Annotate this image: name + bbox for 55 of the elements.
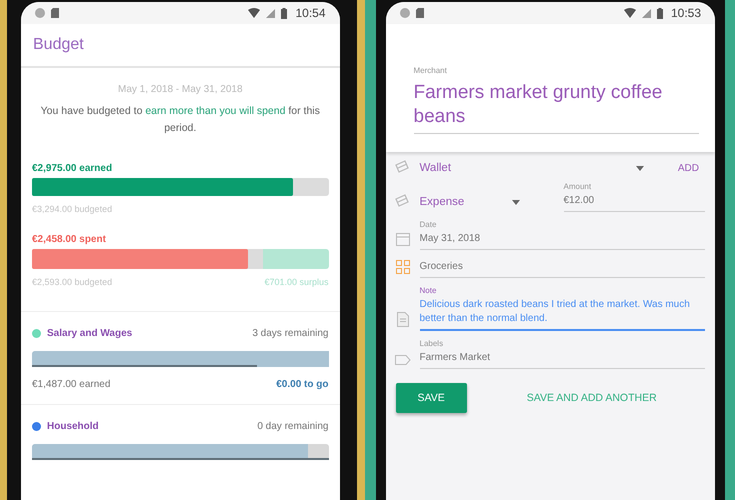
amount-field[interactable]: Amount €12.00 <box>564 182 705 212</box>
field-label: Amount <box>564 182 592 191</box>
status-time: 10:54 <box>295 6 326 20</box>
wifi-icon <box>624 8 636 18</box>
tag-icon <box>394 355 410 365</box>
category-name: Salary and Wages <box>47 328 132 339</box>
text-field[interactable]: Date May 31, 2018 <box>420 220 705 250</box>
merchant-label: Merchant <box>414 66 448 75</box>
field-value: Groceries <box>420 260 464 274</box>
add-button[interactable]: ADD <box>672 159 705 178</box>
field-label: Note <box>420 286 438 295</box>
circle-icon <box>35 8 45 18</box>
screen-title: Budget <box>33 36 84 53</box>
signal-icon <box>642 8 651 18</box>
field-value: €12.00 <box>564 194 596 208</box>
circle-icon <box>400 8 410 18</box>
battery-icon <box>281 8 288 18</box>
days-remaining: 0 day remaining <box>257 421 328 432</box>
period-text: May 1, 2018 - May 31, 2018 <box>118 84 243 95</box>
field-value: May 31, 2018 <box>420 232 482 246</box>
earned-text: €1,487.00 earned <box>32 379 110 390</box>
signal-icon <box>266 8 276 18</box>
to-go-text: €0.00 to go <box>276 379 328 390</box>
field-value: Farmers Market <box>420 351 492 365</box>
text-field[interactable]: Groceries <box>420 260 705 278</box>
field-label: Labels <box>420 339 444 348</box>
earned-amount: €2,975.00 earned <box>32 163 114 174</box>
document-icon <box>396 312 408 327</box>
sd-card-icon <box>51 8 59 18</box>
field-label: Date <box>420 220 438 229</box>
merchant-field[interactable]: Farmers market grunty coffee beans <box>414 81 699 134</box>
text-field[interactable]: Note Delicious dark roasted beans I tried at the market. Was much better than the normal blend. <box>420 286 705 331</box>
days-remaining: 3 days remaining <box>252 328 328 339</box>
grid-icon <box>396 260 410 274</box>
category-name: Household <box>47 421 99 432</box>
caret-icon <box>636 166 644 170</box>
battery-icon <box>656 8 663 18</box>
budgeted-text: €2,593.00 budgeted <box>32 277 112 287</box>
save-and-add-another-button[interactable]: SAVE AND ADD ANOTHER <box>522 388 661 408</box>
calendar-icon <box>396 233 410 246</box>
card-icon <box>394 160 410 174</box>
wifi-icon <box>248 8 260 18</box>
field-value: Delicious dark roasted beans I tried at the market. Was much better than the normal blend. <box>420 298 691 326</box>
surplus-text: €701.00 surplus <box>264 277 328 287</box>
budget-summary: You have budgeted to earn more than you will spend for this period. <box>40 104 321 136</box>
text-field[interactable]: Labels Farmers Market <box>420 339 705 369</box>
budgeted-text: €3,294.00 budgeted <box>32 204 112 214</box>
type-dropdown[interactable]: Expense <box>420 192 520 212</box>
status-time: 10:53 <box>670 6 701 20</box>
save-button[interactable]: SAVE <box>396 383 467 413</box>
card-icon <box>394 194 410 208</box>
caret-icon <box>512 200 520 204</box>
spent-amount: €2,458.00 spent <box>32 234 107 245</box>
sd-card-icon <box>416 8 424 18</box>
account-dropdown[interactable]: Wallet <box>420 158 644 178</box>
